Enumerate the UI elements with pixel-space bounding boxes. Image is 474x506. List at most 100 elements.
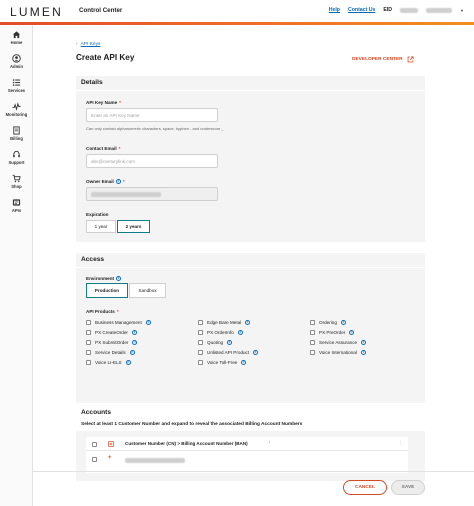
- home-icon: [12, 31, 21, 39]
- product-label: Ordering: [319, 320, 337, 325]
- sidebar: Home Admin Services Monitoring Billing S…: [0, 25, 33, 506]
- checkbox[interactable]: [86, 360, 91, 365]
- product-voice-li-els[interactable]: Voice LI-ELS i: [86, 360, 131, 365]
- product-px-createorder[interactable]: PX CreateOrder i: [86, 330, 137, 335]
- sidebar-item-monitoring[interactable]: Monitoring: [0, 102, 33, 117]
- expiration-2-years-button[interactable]: 2 years: [117, 220, 150, 233]
- api-key-name-label-text: API Key Name: [86, 100, 118, 105]
- sidebar-item-admin[interactable]: Admin: [0, 54, 33, 69]
- owner-email-label: Owner Email i *: [86, 179, 125, 184]
- info-icon[interactable]: i: [237, 330, 243, 335]
- expand-all-icon[interactable]: [108, 441, 114, 447]
- contact-email-input[interactable]: [86, 154, 218, 168]
- sidebar-item-shop[interactable]: Shop: [0, 174, 33, 189]
- table-row[interactable]: +: [86, 452, 408, 467]
- checkbox[interactable]: [310, 330, 315, 335]
- checkbox[interactable]: [310, 340, 315, 345]
- breadcrumb-api-keys-link[interactable]: API Keys: [81, 42, 101, 47]
- expand-plus-icon[interactable]: +: [108, 455, 112, 461]
- accounts-table-header: Customer Number (CN) > Billing Account N…: [86, 437, 408, 451]
- checkbox[interactable]: [310, 320, 315, 325]
- sidebar-item-home[interactable]: Home: [0, 30, 33, 45]
- info-icon[interactable]: i: [253, 350, 259, 355]
- checkbox[interactable]: [310, 350, 315, 355]
- info-icon[interactable]: i: [227, 340, 233, 345]
- required-marker: *: [118, 146, 121, 151]
- developer-center-link[interactable]: DEVELOPER CENTER: [352, 56, 414, 63]
- user-icon: [12, 54, 21, 63]
- environment-selector: Production Sandbox: [86, 283, 166, 298]
- info-icon[interactable]: i: [116, 276, 122, 281]
- required-marker: *: [116, 309, 119, 314]
- info-icon[interactable]: i: [125, 360, 131, 365]
- checkbox[interactable]: [86, 350, 91, 355]
- top-bar: LUMEN Control Center Help Contact Us EID…: [0, 0, 474, 22]
- environment-label-text: Environment: [86, 276, 115, 281]
- lumen-logo[interactable]: LUMEN: [10, 5, 63, 19]
- environment-sandbox-button[interactable]: Sandbox: [129, 283, 166, 298]
- product-label: Voice Toll-Free: [207, 360, 238, 365]
- product-px-submitorder[interactable]: PX SubmitOrder i: [86, 340, 138, 345]
- checkbox[interactable]: [198, 330, 203, 335]
- api-key-name-helper: Can only contain alphanumeric characters…: [86, 126, 224, 131]
- info-icon[interactable]: i: [115, 179, 121, 184]
- page-title: Create API Key: [76, 53, 135, 62]
- checkbox[interactable]: [198, 360, 203, 365]
- user-name-redacted[interactable]: [426, 7, 453, 13]
- sidebar-item-support[interactable]: Support: [0, 150, 33, 165]
- sidebar-item-services[interactable]: Services: [0, 78, 33, 93]
- breadcrumb: ‹ API Keys: [76, 41, 100, 47]
- contact-us-link[interactable]: Contact Us: [348, 7, 375, 13]
- checkbox[interactable]: [86, 340, 91, 345]
- sidebar-item-apis[interactable]: APIs: [0, 198, 33, 213]
- product-service-assurance[interactable]: Service Assurance i: [310, 340, 367, 345]
- help-link[interactable]: Help: [329, 7, 340, 13]
- customer-number-redacted: [125, 458, 185, 463]
- info-icon[interactable]: i: [340, 320, 346, 325]
- environment-production-button[interactable]: Production: [86, 283, 128, 298]
- product-ordering[interactable]: Ordering i: [310, 320, 346, 325]
- info-icon[interactable]: i: [132, 340, 138, 345]
- more-options-icon[interactable]: ⋮: [398, 440, 403, 446]
- api-key-name-input[interactable]: [86, 108, 218, 122]
- info-icon[interactable]: i: [360, 350, 366, 355]
- product-label: Service Assurance: [319, 340, 358, 345]
- product-voice-international[interactable]: Voice International i: [310, 350, 366, 355]
- product-edge-bare-metal[interactable]: Edge Bare Metal i: [198, 320, 251, 325]
- checkbox[interactable]: [86, 330, 91, 335]
- product-label: Service Details: [95, 350, 126, 355]
- eid-label: EID: [383, 7, 393, 13]
- checkbox[interactable]: [198, 340, 203, 345]
- product-voice-toll-free[interactable]: Voice Toll-Free i: [198, 360, 247, 365]
- footer-divider: [33, 471, 474, 472]
- info-icon[interactable]: i: [131, 330, 137, 335]
- expiration-1-year-button[interactable]: 1 year: [86, 220, 116, 233]
- checkbox[interactable]: [198, 350, 203, 355]
- pulse-icon: [12, 102, 21, 111]
- product-unlisted-api-product[interactable]: Unlisted API Product i: [198, 350, 259, 355]
- info-icon[interactable]: i: [361, 340, 367, 345]
- product-label: PX CreateOrder: [95, 330, 128, 335]
- product-business-management[interactable]: Business Management i: [86, 320, 151, 325]
- info-icon[interactable]: i: [129, 350, 135, 355]
- sidebar-item-label: Support: [8, 160, 25, 165]
- api-products-label: API Products *: [86, 309, 119, 314]
- sidebar-item-billing[interactable]: Billing: [0, 126, 33, 141]
- info-icon[interactable]: i: [241, 360, 247, 365]
- checkbox[interactable]: [86, 320, 91, 325]
- row-checkbox[interactable]: [92, 457, 97, 462]
- sort-icon[interactable]: ↑: [268, 440, 271, 446]
- product-service-details[interactable]: Service Details i: [86, 350, 135, 355]
- cancel-button[interactable]: CANCEL: [343, 480, 387, 495]
- select-all-checkbox[interactable]: [92, 442, 97, 447]
- product-quoting[interactable]: Quoting i: [198, 340, 233, 345]
- info-icon[interactable]: i: [245, 320, 251, 325]
- chevron-down-icon[interactable]: ▼: [460, 8, 464, 13]
- chevron-left-icon: ‹: [76, 41, 78, 47]
- save-button[interactable]: SAVE: [391, 480, 425, 495]
- checkbox[interactable]: [198, 320, 203, 325]
- info-icon[interactable]: i: [349, 330, 355, 335]
- info-icon[interactable]: i: [145, 320, 151, 325]
- product-px-preorder[interactable]: PX PreOrder i: [310, 330, 355, 335]
- product-px-orderinfo[interactable]: PX OrderInfo i: [198, 330, 243, 335]
